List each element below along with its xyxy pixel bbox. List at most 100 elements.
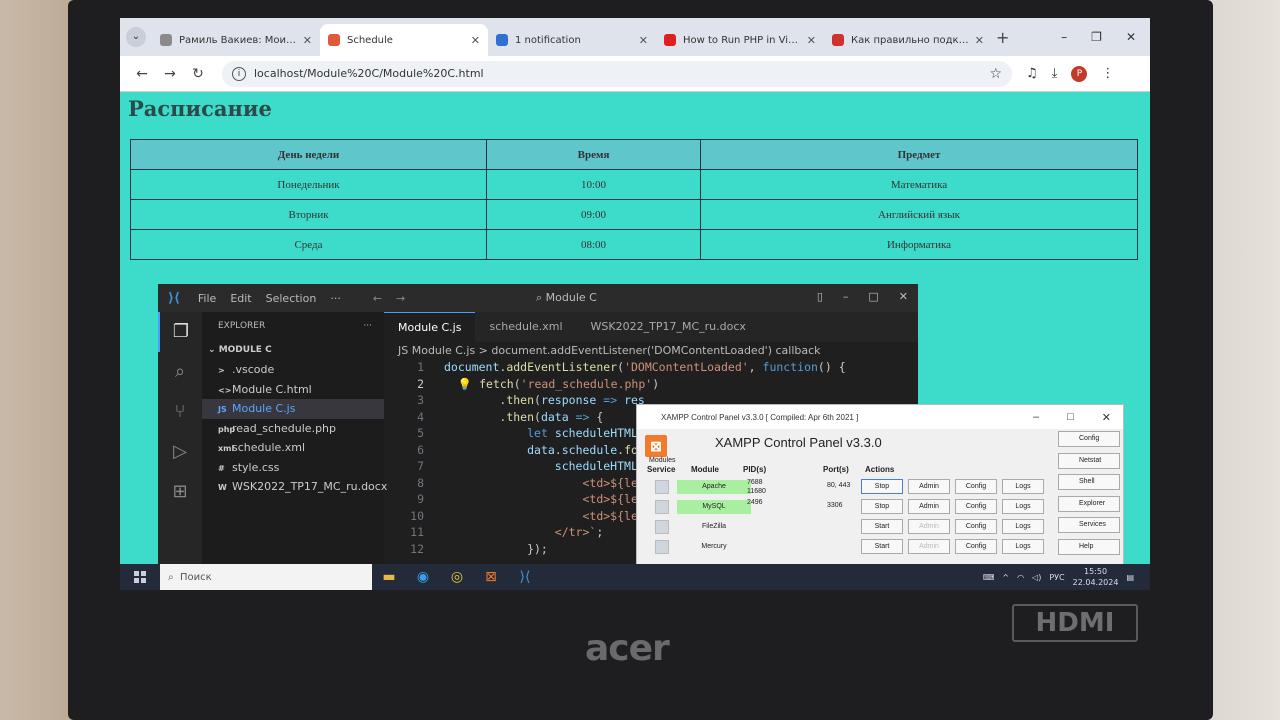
folder-root[interactable]: ⌄ MODULE C [202, 340, 384, 360]
start-stop-button[interactable]: Start [861, 519, 903, 534]
file-item[interactable]: > .vscode [202, 360, 384, 380]
xampp-taskbar-icon[interactable]: ⊠ [474, 564, 508, 590]
logs-button[interactable]: Logs [1002, 499, 1044, 514]
run-debug-icon[interactable]: ▷ [158, 432, 202, 472]
logs-button[interactable]: Logs [1002, 519, 1044, 534]
admin-button[interactable]: Admin [908, 539, 950, 554]
tab-close-icon[interactable]: ✕ [471, 34, 480, 47]
logs-button[interactable]: Logs [1002, 539, 1044, 554]
windows-start-icon[interactable] [134, 571, 146, 583]
start-stop-button[interactable]: Stop [861, 479, 903, 494]
edge-icon[interactable]: ◉ [406, 564, 440, 590]
file-item[interactable]: W WSK2022_TP17_MC_ru.docx [202, 477, 387, 497]
admin-button[interactable]: Admin [908, 479, 950, 494]
tab-close-icon[interactable]: ✕ [639, 34, 648, 47]
service-checkbox[interactable] [655, 480, 669, 494]
maximize-icon[interactable]: □ [1067, 411, 1074, 424]
menu-item[interactable]: File [198, 292, 216, 305]
minimize-icon[interactable]: – [1033, 411, 1039, 424]
editor-tab[interactable]: WSK2022_TP17_MC_ru.docx [577, 312, 760, 342]
browser-tab[interactable]: Как правильно подключи ✕ [824, 24, 992, 56]
close-icon[interactable]: ✕ [899, 290, 908, 303]
logs-button[interactable]: Logs [1002, 479, 1044, 494]
back-icon[interactable]: ← [128, 66, 156, 82]
minimize-icon[interactable]: – [843, 290, 849, 303]
xampp-netstat-button[interactable]: Netstat [1058, 452, 1120, 469]
menu-item[interactable]: Edit [230, 292, 251, 305]
browser-tab[interactable]: 1 notification ✕ [488, 24, 656, 56]
tab-close-icon[interactable]: ✕ [807, 34, 816, 47]
start-stop-button[interactable]: Stop [861, 499, 903, 514]
profile-avatar[interactable]: P [1071, 65, 1088, 82]
close-icon[interactable]: ✕ [1102, 411, 1111, 424]
menu-kebab-icon[interactable]: ⋮ [1101, 66, 1114, 81]
tab-close-icon[interactable]: ✕ [975, 34, 984, 47]
download-icon[interactable]: ⤓ [1052, 66, 1058, 81]
command-search[interactable]: ⌕ Module C [536, 291, 597, 305]
vscode-taskbar-icon[interactable]: ⟩⟨ [508, 564, 542, 590]
config-button[interactable]: Config [955, 499, 997, 514]
show-hidden-icon[interactable]: ^ [1002, 573, 1009, 582]
language-indicator[interactable]: РУС [1049, 573, 1064, 582]
url-field[interactable]: i localhost/Module%20C/Module%20C.html ☆ [222, 60, 1012, 87]
file-item[interactable]: xmlschedule.xml [202, 438, 384, 458]
menu-item[interactable]: ··· [330, 292, 341, 305]
forward-icon[interactable]: → [156, 66, 184, 82]
browser-tab[interactable]: Schedule ✕ [320, 24, 488, 56]
site-info-icon[interactable]: i [232, 66, 246, 81]
minimize-icon[interactable]: – [1061, 30, 1067, 44]
browser-tab[interactable]: How to Run PHP in Visual S ✕ [656, 24, 824, 56]
search-icon[interactable]: ⌕ [158, 352, 202, 392]
config-button[interactable]: Config [955, 479, 997, 494]
menu-item[interactable]: Selection [266, 292, 317, 305]
service-checkbox[interactable] [655, 540, 669, 554]
chrome-icon[interactable]: ◎ [440, 564, 474, 590]
taskbar-search[interactable]: ⌕ Поиск [160, 564, 372, 590]
xampp-shell-button[interactable]: Shell [1058, 474, 1120, 490]
admin-button[interactable]: Admin [908, 519, 950, 534]
start-stop-button[interactable]: Start [861, 539, 903, 554]
xampp-window: XAMPP Control Panel v3.3.0 [ Compiled: A… [636, 404, 1124, 572]
tab-close-icon[interactable]: ✕ [303, 34, 312, 47]
editor-tab[interactable]: Module C.js [384, 312, 476, 342]
nav-forward-icon[interactable]: → [396, 292, 405, 305]
explorer-icon[interactable]: ❐ [158, 312, 202, 352]
tab-search-icon[interactable]: ⌄ [126, 27, 146, 47]
file-explorer-icon[interactable]: ▬ [372, 564, 406, 590]
xampp-services-button[interactable]: Services [1058, 517, 1120, 533]
media-control-icon[interactable]: ♫ [1026, 66, 1038, 81]
config-button[interactable]: Config [955, 539, 997, 554]
extensions-icon[interactable]: ⊞ [158, 472, 202, 512]
file-item[interactable]: # style.css [202, 458, 384, 478]
nav-back-icon[interactable]: ← [373, 292, 382, 305]
notifications-icon[interactable]: ▤ [1126, 573, 1134, 582]
clock[interactable]: 15:50 22.04.2024 [1073, 566, 1119, 588]
file-item[interactable]: JS Module C.js [202, 399, 384, 419]
file-name: Module C.html [232, 382, 312, 396]
activity-bar: ❐ ⌕ ⑂ ▷ ⊞ [158, 312, 202, 564]
volume-icon[interactable]: ◁) [1032, 573, 1041, 582]
file-item[interactable]: <>Module C.html [202, 380, 384, 400]
xampp-explorer-button[interactable]: Explorer [1058, 495, 1120, 512]
keyboard-icon[interactable]: ⌨ [983, 573, 995, 582]
editor-tab[interactable]: schedule.xml [475, 312, 576, 342]
restore-icon[interactable]: ❐ [1091, 30, 1102, 44]
xampp-row: Apache 7688 11680 80, 443 Stop Admin Config Lo… [637, 477, 1047, 497]
new-tab-icon[interactable]: + [996, 28, 1009, 47]
file-item[interactable]: phpread_schedule.php [202, 419, 384, 439]
maximize-icon[interactable]: □ [868, 290, 878, 303]
bookmark-star-icon[interactable]: ☆ [989, 66, 1002, 82]
close-icon[interactable]: ✕ [1126, 30, 1136, 44]
admin-button[interactable]: Admin [908, 499, 950, 514]
reload-icon[interactable]: ↻ [184, 66, 212, 82]
xampp-help-button[interactable]: Help [1058, 538, 1120, 555]
layout-icon[interactable]: ▯ [817, 290, 823, 303]
service-checkbox[interactable] [655, 520, 669, 534]
xampp-config-button[interactable]: Config [1058, 431, 1120, 447]
wifi-icon[interactable]: ◠ [1017, 573, 1024, 582]
service-checkbox[interactable] [655, 500, 669, 514]
url-text: localhost/Module%20C/Module%20C.html [254, 67, 484, 80]
config-button[interactable]: Config [955, 519, 997, 534]
browser-tab[interactable]: Рамиль Вакиев: Мои трек ✕ [152, 24, 320, 56]
source-control-icon[interactable]: ⑂ [158, 392, 202, 432]
